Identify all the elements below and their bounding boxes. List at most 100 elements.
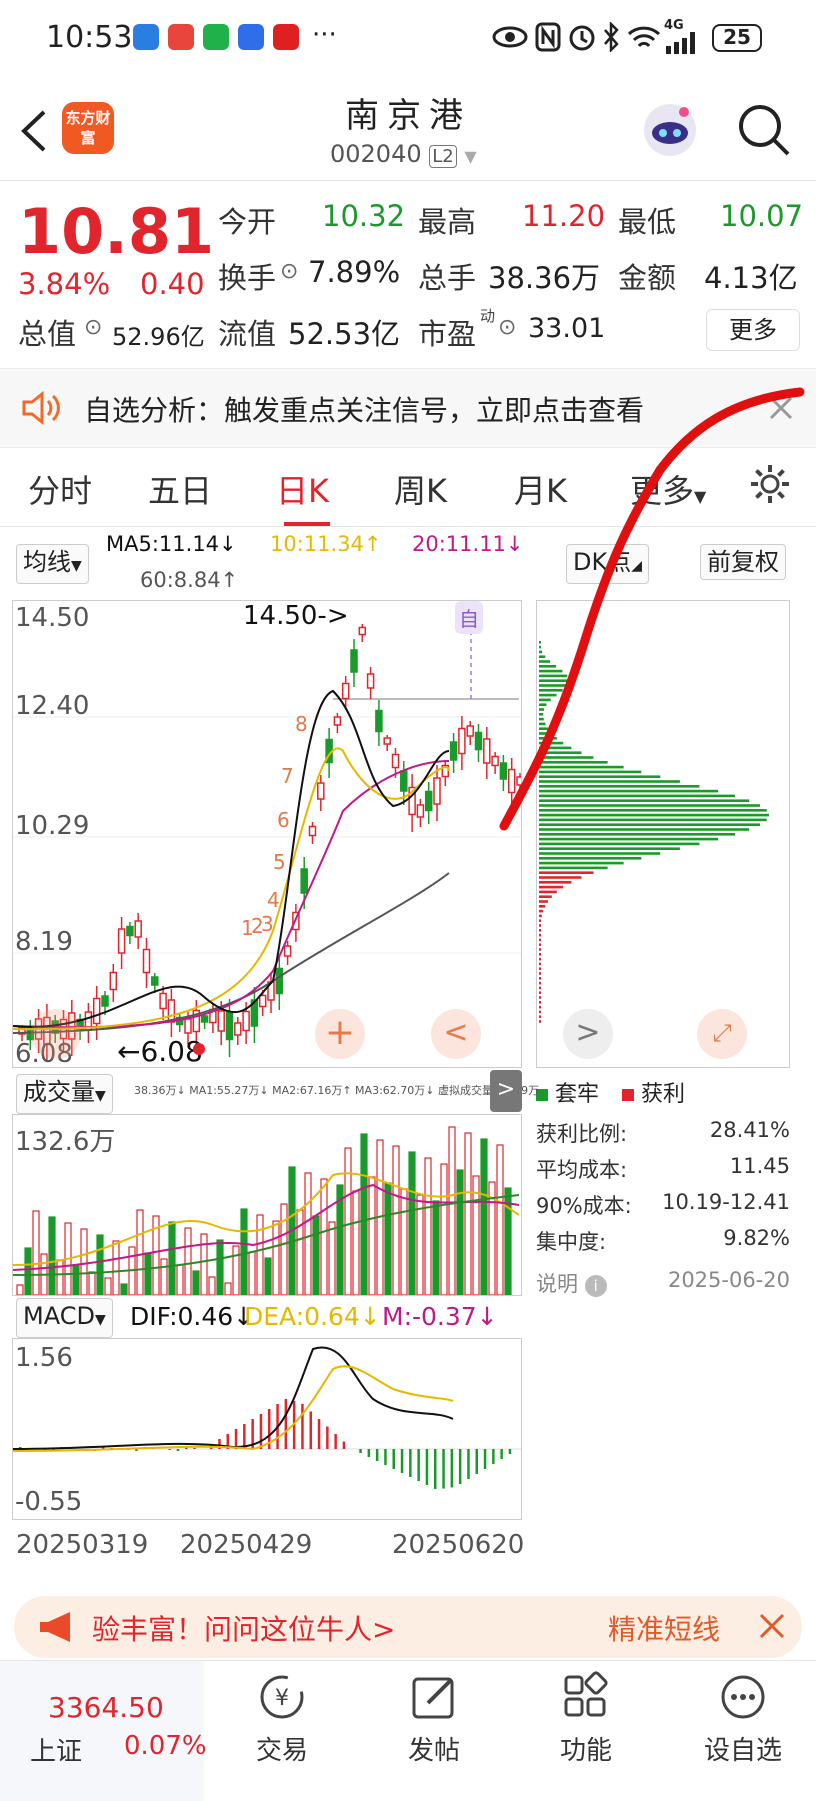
dk-point-selector[interactable]: DK点◢ <box>566 544 649 584</box>
volume-bar <box>184 1227 192 1295</box>
prev-arrow-button[interactable] <box>31 1009 81 1059</box>
chevron-left-icon[interactable]: < <box>431 1009 481 1059</box>
settings-gear-icon[interactable] <box>748 462 792 506</box>
chip-bar <box>539 804 760 807</box>
expand-icon[interactable]: ⤢ <box>697 1009 747 1059</box>
macd-bar <box>384 1449 387 1465</box>
close-icon[interactable] <box>768 395 794 421</box>
tab-weekly-k[interactable]: 周K <box>394 466 447 512</box>
ma10-legend: 10:11.34↑ <box>270 532 382 556</box>
turnover-label: 换手 <box>218 261 277 295</box>
tab-5day[interactable]: 五日 <box>148 466 212 512</box>
stock-code[interactable]: 002040 L2 ▼ <box>330 140 477 168</box>
index-ticker[interactable]: 3364.50 上证 0.07% <box>0 1661 207 1801</box>
ad-banner[interactable]: 验丰富！问问这位牛人> 精准短线 <box>14 1596 802 1658</box>
float-value: 52.53亿 <box>288 317 401 351</box>
macd-bar <box>508 1449 512 1454</box>
volume-chart-panel[interactable]: 132.6万 <box>12 1114 522 1296</box>
nav-add-watchlist[interactable]: 设自选 <box>688 1671 798 1767</box>
volume-bar <box>424 1157 432 1295</box>
amount-value: 4.13亿 <box>704 261 798 295</box>
tab-daily-k[interactable]: 日K <box>276 466 329 512</box>
stock-code-text: 002040 <box>330 140 422 168</box>
volume-bar <box>408 1151 416 1295</box>
back-icon[interactable] <box>18 108 48 154</box>
volume-bar <box>496 1144 504 1295</box>
nine-turn-marker: 8 <box>295 712 308 736</box>
chip-bar <box>539 986 541 990</box>
robot-assistant-icon[interactable] <box>640 100 700 160</box>
volume-bar <box>296 1209 304 1295</box>
nav-trade[interactable]: ¥ 交易 <box>232 1671 332 1767</box>
tab-minute[interactable]: 分时 <box>28 466 92 512</box>
tab-monthly-k[interactable]: 月K <box>514 466 567 512</box>
chevron-right-icon[interactable]: > <box>563 1009 613 1059</box>
more-dots-icon <box>721 1675 765 1719</box>
ad-text: 验丰富！问问这位牛人> <box>92 1613 396 1646</box>
self-select-marker[interactable]: 自 <box>455 601 483 634</box>
pe-super: 动 <box>480 307 496 325</box>
add-icon[interactable]: + <box>315 1009 365 1059</box>
candle <box>242 1010 250 1032</box>
volume-max-label: 132.6万 <box>15 1127 116 1157</box>
chip-note[interactable]: 说明 i <box>536 1268 607 1298</box>
chip-bar <box>539 991 541 994</box>
nav-post[interactable]: 发帖 <box>384 1671 484 1767</box>
candle <box>424 790 433 812</box>
volume-selector[interactable]: 成交量▼ <box>16 1074 113 1114</box>
volume-bar <box>176 1264 184 1295</box>
candle <box>383 737 391 745</box>
volume-bar <box>48 1216 56 1295</box>
chip-distribution-panel[interactable]: > ⤢ <box>536 600 790 1068</box>
date-label-2: 20250429 <box>180 1530 313 1560</box>
volume-bar <box>448 1126 456 1295</box>
chip-bar <box>539 813 769 817</box>
chip-bar <box>539 818 767 822</box>
volume-bar <box>352 1190 360 1295</box>
search-icon[interactable] <box>736 102 792 158</box>
candle <box>134 920 142 938</box>
candle <box>499 762 508 780</box>
edit-icon <box>412 1677 454 1719</box>
macd-selector[interactable]: MACD▼ <box>16 1298 113 1338</box>
adjust-selector[interactable]: 前复权 <box>700 544 786 580</box>
macd-top-label: 1.56 <box>15 1343 73 1373</box>
candle <box>416 804 425 818</box>
tab-more[interactable]: 更多▼ <box>630 466 706 512</box>
expand-right-icon[interactable]: > <box>490 1070 522 1112</box>
chip-bar <box>539 650 543 654</box>
stat-label: 平均成本: <box>536 1158 628 1182</box>
nav-functions[interactable]: 功能 <box>536 1671 636 1767</box>
volume-bar <box>120 1283 128 1295</box>
y-label-2: 12.40 <box>15 691 90 721</box>
close-icon[interactable] <box>758 1612 786 1640</box>
candle <box>101 995 109 1007</box>
chip-bar <box>539 645 541 649</box>
chip-bar <box>539 780 680 783</box>
macd-chart-panel[interactable]: 1.56 -0.55 <box>12 1338 522 1520</box>
candle <box>151 976 159 986</box>
info-icon[interactable]: ⊙ <box>280 259 298 284</box>
info-icon[interactable]: ⊙ <box>498 315 516 340</box>
more-button[interactable]: 更多 <box>706 309 800 351</box>
chip-bar <box>539 1001 541 1004</box>
volume-bar <box>216 1239 224 1295</box>
volume-bar <box>208 1276 216 1295</box>
volume-bar <box>192 1270 200 1295</box>
macd-bar <box>409 1449 412 1477</box>
network-type: 4G <box>664 18 684 33</box>
info-icon[interactable]: ⊙ <box>84 315 102 340</box>
notice-bar[interactable]: 自选分析：触发重点关注信号，立即点击查看 <box>0 368 816 448</box>
volume-bar <box>112 1240 120 1295</box>
macd-bar <box>367 1449 371 1457</box>
info-icon: i <box>584 1275 607 1297</box>
svg-text:¥: ¥ <box>275 1686 289 1711</box>
kline-chart-panel[interactable]: 9987654321 14.50 12.40 10.29 8.19 6.08 1… <box>12 600 522 1069</box>
chip-bar <box>539 708 544 711</box>
volume-bar <box>240 1208 248 1295</box>
event-dot[interactable] <box>193 1043 205 1055</box>
low-label: 最低 <box>618 205 677 239</box>
macd-bar <box>334 1434 337 1449</box>
chip-bar <box>539 837 719 841</box>
ma-selector[interactable]: 均线▼ <box>16 544 89 584</box>
